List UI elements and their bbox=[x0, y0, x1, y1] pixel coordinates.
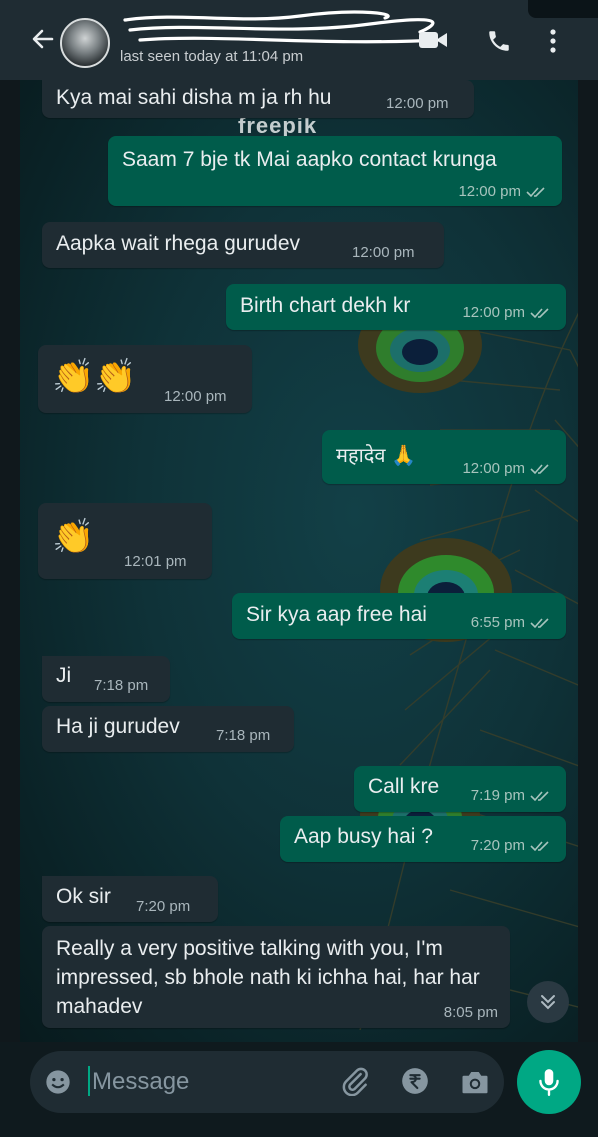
read-receipt-icon bbox=[530, 791, 549, 802]
message-text: Ha ji gurudev bbox=[56, 715, 180, 738]
message-meta: 7:19 pm bbox=[471, 787, 550, 804]
read-receipt-icon bbox=[530, 618, 549, 629]
message-outgoing[interactable]: Sir kya aap free hai 6:55 pm bbox=[232, 593, 566, 639]
message-time: 7:18 pm bbox=[216, 727, 271, 744]
right-frame bbox=[578, 0, 598, 1137]
message-incoming[interactable]: Kya mai sahi disha m ja rh hu 12:00 pm bbox=[42, 80, 474, 118]
message-incoming[interactable]: Ji 7:18 pm bbox=[42, 656, 170, 702]
message-meta: 12:00 pm bbox=[458, 183, 546, 200]
message-incoming[interactable]: Ok sir 7:20 pm bbox=[42, 876, 218, 922]
voice-record-button[interactable] bbox=[517, 1050, 581, 1114]
message-text: Ji bbox=[56, 664, 72, 687]
message-text: Aapka wait rhega gurudev bbox=[56, 232, 300, 255]
read-receipt-icon bbox=[526, 187, 545, 198]
message-outgoing[interactable]: Saam 7 bje tk Mai aapko contact krunga 1… bbox=[108, 136, 562, 206]
message-time: 7:19 pm bbox=[470, 787, 525, 804]
message-text: Kya mai sahi disha m ja rh hu bbox=[56, 86, 332, 109]
back-arrow-icon[interactable] bbox=[30, 24, 56, 54]
last-seen-status: last seen today at 11:04 pm bbox=[120, 48, 304, 65]
message-text: 👏 bbox=[52, 518, 95, 556]
message-text: Sir kya aap free hai bbox=[246, 603, 427, 626]
message-text: Really a very positive talking with you,… bbox=[56, 937, 480, 1018]
redacted-contact-name[interactable] bbox=[120, 10, 450, 50]
message-text: Saam 7 bje tk Mai aapko contact krunga bbox=[122, 148, 497, 171]
double-chevron-down-icon bbox=[541, 995, 555, 1010]
status-bar-notch bbox=[528, 0, 598, 18]
more-options-icon[interactable] bbox=[548, 28, 558, 54]
chat-screen: freepik last seen today at 11:04 pm Kya … bbox=[0, 0, 598, 1137]
message-text: Birth chart dekh kr bbox=[240, 294, 411, 317]
message-input[interactable] bbox=[92, 1066, 322, 1098]
message-time: 12:00 pm bbox=[386, 95, 449, 112]
text-caret bbox=[88, 1066, 90, 1096]
video-call-icon[interactable] bbox=[418, 28, 448, 52]
message-outgoing[interactable]: महादेव 🙏 12:00 pm bbox=[322, 430, 566, 484]
voice-call-icon[interactable] bbox=[486, 28, 512, 54]
message-time: 12:00 pm bbox=[462, 304, 525, 321]
message-outgoing[interactable]: Aap busy hai ? 7:20 pm bbox=[280, 816, 566, 862]
message-time: 12:00 pm bbox=[462, 460, 525, 477]
message-text: Call kre bbox=[368, 775, 440, 798]
message-time: 8:05 pm bbox=[443, 1004, 498, 1021]
message-meta: 6:55 pm bbox=[471, 614, 550, 631]
message-time: 6:55 pm bbox=[470, 614, 525, 631]
message-text: Ok sir bbox=[56, 885, 111, 908]
message-incoming[interactable]: Really a very positive talking with you,… bbox=[42, 926, 510, 1028]
contact-avatar[interactable] bbox=[60, 18, 110, 68]
message-text: 👏👏 bbox=[52, 358, 137, 396]
scroll-to-bottom-button[interactable] bbox=[527, 981, 569, 1023]
message-incoming[interactable]: Aapka wait rhega gurudev 12:00 pm bbox=[42, 222, 444, 268]
read-receipt-icon bbox=[530, 464, 549, 475]
message-time: 7:20 pm bbox=[470, 837, 525, 854]
message-text: महादेव 🙏 bbox=[336, 445, 416, 467]
left-frame bbox=[0, 0, 20, 1137]
message-incoming[interactable]: Ha ji gurudev 7:18 pm bbox=[42, 706, 294, 752]
emoji-icon[interactable] bbox=[44, 1068, 72, 1096]
read-receipt-icon bbox=[530, 841, 549, 852]
mic-icon bbox=[539, 1069, 559, 1097]
message-outgoing[interactable]: Birth chart dekh kr 12:00 pm bbox=[226, 284, 566, 330]
message-meta: 7:20 pm bbox=[471, 837, 550, 854]
message-meta: 12:00 pm bbox=[462, 460, 550, 477]
message-incoming-emoji[interactable]: 👏 12:01 pm bbox=[38, 503, 212, 579]
attach-icon[interactable] bbox=[340, 1066, 370, 1096]
message-time: 7:20 pm bbox=[136, 898, 191, 915]
chat-header: last seen today at 11:04 pm bbox=[0, 0, 598, 80]
message-time: 12:00 pm bbox=[352, 244, 415, 261]
message-meta: 12:00 pm bbox=[462, 304, 550, 321]
message-time: 12:00 pm bbox=[164, 388, 227, 405]
message-time: 12:01 pm bbox=[124, 553, 187, 570]
message-text: Aap busy hai ? bbox=[294, 825, 433, 848]
message-outgoing[interactable]: Call kre 7:19 pm bbox=[354, 766, 566, 812]
peacock-feather-decoration bbox=[358, 310, 590, 1030]
message-incoming-emoji[interactable]: 👏👏 12:00 pm bbox=[38, 345, 252, 413]
read-receipt-icon bbox=[530, 308, 549, 319]
rupee-payment-icon[interactable] bbox=[401, 1067, 429, 1095]
message-time: 7:18 pm bbox=[94, 677, 149, 694]
camera-icon[interactable] bbox=[460, 1068, 490, 1096]
message-time: 12:00 pm bbox=[458, 183, 521, 200]
